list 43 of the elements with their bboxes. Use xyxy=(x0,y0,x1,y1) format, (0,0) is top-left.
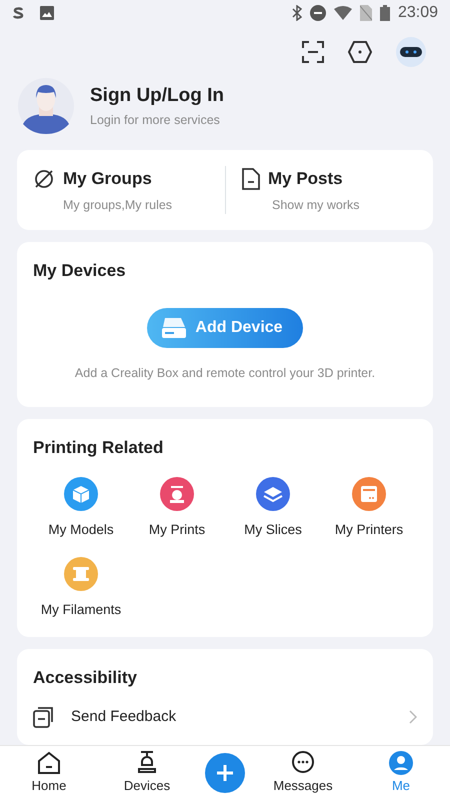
nav-tab[interactable]: Home xyxy=(9,750,89,796)
chevron-icon xyxy=(409,710,417,724)
wifi-icon xyxy=(334,6,352,20)
shortcut-link[interactable]: My Posts xyxy=(268,166,343,192)
nav-tab[interactable]: Devices xyxy=(107,750,187,796)
robot-icon[interactable] xyxy=(396,37,426,67)
plus-icon xyxy=(215,763,235,783)
feature-label[interactable]: My Printers xyxy=(334,520,404,540)
feature-label[interactable]: My Prints xyxy=(148,520,206,540)
slices-icon[interactable] xyxy=(255,476,291,512)
section-title: My Devices xyxy=(33,260,127,282)
image-icon xyxy=(40,6,54,20)
document-icon xyxy=(242,168,260,190)
device-icon xyxy=(161,316,188,339)
add-button[interactable] xyxy=(205,753,245,793)
do-not-disturb-icon xyxy=(310,5,326,21)
shortcut-subtitle: My groups,My rules xyxy=(62,196,174,214)
scan-icon[interactable] xyxy=(302,41,324,63)
device-hint: Add a Creality Box and remote control your 3D printer. xyxy=(74,364,376,382)
nav-tab[interactable]: Messages xyxy=(263,750,343,796)
sign-in-link[interactable]: Sign Up/Log In xyxy=(90,82,224,111)
section-title: Printing Related xyxy=(33,436,164,459)
home-icon xyxy=(36,750,62,776)
user-icon xyxy=(388,750,414,776)
avatar[interactable] xyxy=(18,78,74,134)
hexagon-icon[interactable] xyxy=(348,41,372,63)
models-icon[interactable] xyxy=(63,476,99,512)
feature-label[interactable]: My Models xyxy=(48,520,114,540)
profile-subtitle: Login for more services xyxy=(90,112,221,129)
shortcut-subtitle: Show my works xyxy=(271,196,361,214)
bluetooth-icon xyxy=(292,5,302,21)
feedback-icon xyxy=(33,706,55,728)
feature-label[interactable]: My Slices xyxy=(244,520,302,540)
shortcut-link[interactable]: My Groups xyxy=(63,166,152,192)
nav-tab[interactable]: Me xyxy=(361,750,441,796)
no-sim-icon xyxy=(360,5,372,21)
printers-icon[interactable] xyxy=(351,476,387,512)
prints-icon[interactable] xyxy=(159,476,195,512)
battery-icon xyxy=(380,5,390,21)
section-title: Accessibility xyxy=(33,666,138,688)
menu-item[interactable]: Send Feedback xyxy=(71,706,176,728)
status-time: 23:09 xyxy=(398,3,438,23)
feature-label[interactable]: My Filaments xyxy=(40,600,122,620)
